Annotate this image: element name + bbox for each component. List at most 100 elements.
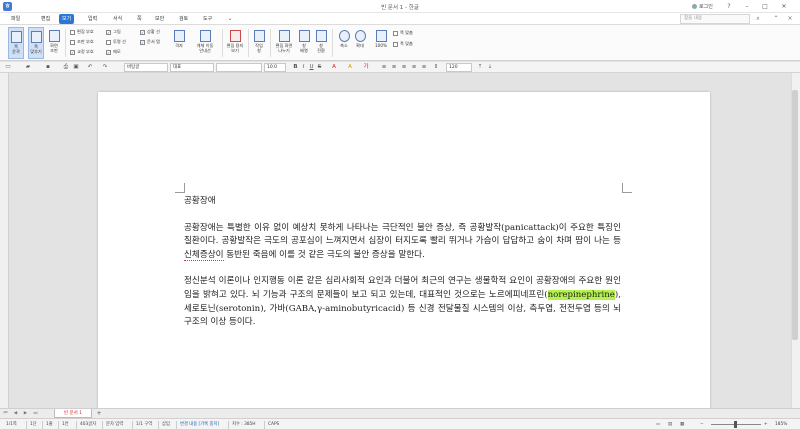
check-edit-marks[interactable]: 편집 부호 [70,28,94,36]
document-heading: 공황장애 [184,196,216,206]
fit-width-button[interactable]: 폭 맞추기 [28,27,44,59]
view-outline-icon[interactable]: ▦ [680,421,684,429]
zoom-level[interactable]: 185% [775,421,787,429]
tab-scroll-last-icon[interactable]: ⏭ [32,410,39,418]
menu-insert[interactable]: 입력 [85,14,100,24]
highlight-icon[interactable]: A [346,63,354,72]
open-folder-icon[interactable]: ▰ [24,63,32,72]
arrange-windows-button[interactable]: 창 배열 [296,27,312,59]
add-tab-button[interactable]: + [95,410,103,418]
guide-lines-button[interactable]: 개체 이동 안내선 [190,27,220,59]
bold-icon[interactable]: B [292,63,299,72]
spacing-down-icon[interactable]: ⇣ [486,63,494,72]
close-doc-icon[interactable]: × [786,15,794,23]
split-view-button[interactable]: 편집 화면 나누기 [273,27,295,59]
text-color-icon[interactable]: 가 [362,63,370,72]
ribbon-divider [65,29,66,57]
close-button[interactable]: ✕ [779,2,789,11]
login-button[interactable]: 로그인 [692,3,713,10]
check-proof-marks[interactable]: ✓ 교정 부호 [70,48,94,56]
page-view-icon [10,31,22,43]
align-center-icon[interactable]: ≡ [390,63,398,72]
tab-document-1[interactable]: 빈 문서 1 [54,409,92,418]
ribbon-collapse-icon[interactable]: ⌃ [772,15,780,23]
status-track-changes[interactable]: 변경 내용 [기록 중지] [176,421,219,429]
switch-window-button[interactable]: 창 전환 [313,27,329,59]
help-icon[interactable]: ? [724,2,734,11]
menu-page[interactable]: 쪽 [134,14,145,24]
style-select[interactable]: 바탕글 [124,63,168,72]
save-icon[interactable]: ▪ [44,63,52,72]
view-normal-icon[interactable]: ▭ [656,421,660,429]
scrollbar-thumb[interactable] [792,90,798,340]
checkbox-checked-icon: ✓ [106,29,111,35]
spacing-up-icon[interactable]: ⇡ [476,63,484,72]
check-status-line[interactable]: ✓ 상황 선 [140,28,160,36]
font-name-select[interactable] [216,63,262,72]
zoom-out-button[interactable]: 축소 [336,27,352,59]
status-page[interactable]: 1/1쪽 [6,421,17,429]
check-layout-marks[interactable]: 조판 부호 [70,38,94,46]
minimize-button[interactable]: – [742,2,752,11]
menu-view[interactable]: 보기 [59,14,75,24]
task-pane-button[interactable]: 작업 창 [251,27,267,59]
zoom-100-button[interactable]: 100% [372,27,390,59]
align-right-icon[interactable]: ≡ [400,63,408,72]
font-color-icon[interactable]: A [330,63,338,72]
vertical-ruler [0,73,9,408]
preview-icon[interactable]: ▣ [72,63,80,72]
ribbon-divider [332,29,333,57]
print-icon[interactable]: ⎙ [62,63,70,72]
document-body[interactable]: 공황장애 공황장애는 특별한 이유 없이 예상치 못하게 나타나는 극단적인 불… [184,195,621,330]
paper-view-button[interactable]: 편집 용지 보기 [224,27,246,59]
zoom-minus-icon[interactable]: − [700,421,704,429]
font-size-select[interactable]: 10.0 [264,63,286,72]
maximize-button[interactable]: □ [760,2,770,11]
paper-view-icon [229,30,241,42]
fit-page-option[interactable]: 쪽 맞춤 [393,29,413,37]
tab-scroll-prev-icon[interactable]: ◀ [12,410,19,418]
menu-file[interactable]: 파일 [8,14,23,24]
toolbar-toggle-icon[interactable]: ⌄ [226,15,234,23]
new-doc-icon[interactable]: ▭ [4,63,12,72]
check-transparent-lines[interactable]: 투명 선 [106,38,126,46]
status-insert-mode[interactable]: 삽입 [158,421,170,429]
search-icon[interactable]: ⌕ [754,15,762,23]
line-spacing-icon[interactable]: ⇕ [432,63,440,72]
undo-icon[interactable]: ↶ [86,63,94,72]
checkbox-checked-icon: ✓ [140,39,145,45]
page-outline-button[interactable]: 쪽 윤곽 [8,27,24,59]
grid-button[interactable]: 격자 [170,27,188,59]
underline-icon[interactable]: U [308,63,315,72]
font-select[interactable]: 대표 [170,63,214,72]
status-input-mode[interactable]: 문자 입력 [102,421,123,429]
menu-format[interactable]: 서식 [110,14,125,24]
spellcheck-error[interactable]: 신체증상이 [184,249,224,261]
strikethrough-icon[interactable]: S [316,63,323,72]
screen-layout-button[interactable]: 화면 조판 [46,27,62,59]
distribute-icon[interactable]: ≡ [420,63,428,72]
zoom-select[interactable]: 120 [446,63,472,72]
menu-tools[interactable]: 도구 [200,14,215,24]
menu-edit[interactable]: 편집 [38,14,53,24]
ribbon-divider [248,29,249,57]
login-label: 로그인 [699,4,713,10]
justify-icon[interactable]: ≡ [410,63,418,72]
check-memo[interactable]: ✓ 메모 [106,48,121,56]
view-web-icon[interactable]: ▤ [668,421,672,429]
align-left-icon[interactable]: ≡ [380,63,388,72]
menu-security[interactable]: 보안 [152,14,167,24]
italic-icon[interactable]: I [300,63,307,72]
tab-scroll-first-icon[interactable]: ⏮ [2,410,9,418]
zoom-slider-handle[interactable] [734,421,737,428]
tab-scroll-next-icon[interactable]: ▶ [22,410,29,418]
search-input[interactable]: 찾을 내용 [680,14,750,24]
zoom-plus-icon[interactable]: + [764,421,768,429]
zoom-in-button[interactable]: 확대 [352,27,368,59]
redo-icon[interactable]: ↷ [101,63,109,72]
check-images[interactable]: ✓ 그림 [106,28,121,36]
menu-review[interactable]: 검토 [176,14,191,24]
check-doc-tabs[interactable]: ✓ 문서 탭 [140,38,160,46]
highlighted-text[interactable]: norepinephrine [547,289,615,300]
fit-width-option[interactable]: 폭 맞춤 [393,40,413,48]
